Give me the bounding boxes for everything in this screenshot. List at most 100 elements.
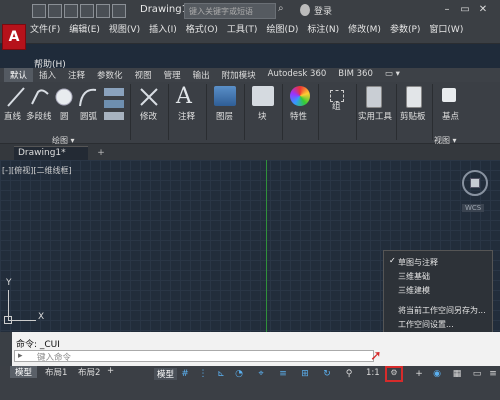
menu-file[interactable]: 文件(F)	[30, 22, 60, 36]
polar-icon[interactable]: ◔	[232, 368, 246, 380]
gradient-icon[interactable]	[104, 112, 124, 120]
menu-window[interactable]: 窗口(W)	[429, 22, 463, 36]
tab-view[interactable]: 视图	[129, 68, 158, 82]
search-input[interactable]: 键入关键字或短语	[184, 3, 276, 19]
panel-divider	[130, 84, 131, 140]
line-label[interactable]: 直线	[4, 110, 21, 122]
tab-manage[interactable]: 管理	[158, 68, 187, 82]
menu-parameter[interactable]: 参数(P)	[390, 22, 420, 36]
clean-screen-icon[interactable]: ▭	[470, 368, 484, 380]
plot-icon[interactable]	[96, 4, 110, 18]
groups-label[interactable]: 组	[332, 100, 341, 112]
properties-color-wheel-icon[interactable]	[290, 86, 310, 106]
layers-icon[interactable]	[214, 86, 236, 106]
login-link[interactable]: 登录	[314, 4, 332, 17]
circle-label[interactable]: 圆	[60, 110, 69, 122]
command-input[interactable]: 键入命令	[14, 350, 374, 363]
clipboard-label[interactable]: 剪贴板	[400, 110, 426, 122]
calculator-icon[interactable]	[366, 86, 382, 108]
hatch-icon[interactable]	[104, 100, 124, 108]
polyline-icon[interactable]	[30, 86, 50, 108]
workspace-switch-gear-icon[interactable]: ⚙	[385, 366, 403, 382]
save-icon[interactable]	[64, 4, 78, 18]
tab-addins[interactable]: 附加模块	[216, 68, 262, 82]
maximize-button[interactable]: ▭	[458, 4, 472, 16]
annotate-label[interactable]: 注释	[178, 110, 195, 122]
snap-icon[interactable]: ⋮	[196, 368, 210, 380]
customize-icon[interactable]: ≡	[486, 368, 500, 380]
save-workspace-as[interactable]: 将当前工作空间另存为...	[398, 305, 486, 316]
close-button[interactable]: ✕	[476, 4, 490, 16]
basepoint-label[interactable]: 基点	[442, 110, 459, 122]
search-icon[interactable]: ⌕	[278, 3, 292, 17]
tab-output[interactable]: 输出	[187, 68, 216, 82]
arc-icon[interactable]	[78, 86, 98, 108]
properties-label[interactable]: 特性	[290, 110, 307, 122]
layers-label[interactable]: 图层	[216, 110, 233, 122]
annotation-visibility-icon[interactable]: ⚲	[342, 368, 356, 380]
menu-tools[interactable]: 工具(T)	[227, 22, 258, 36]
utilities-label[interactable]: 实用工具	[358, 110, 392, 122]
tab-model-layout[interactable]: 模型	[10, 366, 38, 378]
viewcube-icon[interactable]	[470, 178, 480, 188]
open-file-icon[interactable]	[48, 4, 62, 18]
menu-format[interactable]: 格式(O)	[186, 22, 218, 36]
circle-icon[interactable]	[54, 86, 74, 108]
osnap-icon[interactable]: ⌖	[254, 368, 268, 380]
text-annotation-icon[interactable]: A	[176, 84, 192, 109]
tab-default[interactable]: 默认	[4, 68, 34, 82]
transparency-icon[interactable]: ⊞	[298, 368, 312, 380]
clipboard-icon[interactable]	[406, 86, 422, 108]
new-file-icon[interactable]	[32, 4, 46, 18]
menu-insert[interactable]: 插入(I)	[149, 22, 177, 36]
menu-view[interactable]: 视图(V)	[109, 22, 140, 36]
menu-draw[interactable]: 绘图(D)	[266, 22, 298, 36]
grid-icon[interactable]: #	[178, 368, 192, 380]
rectangle-icon[interactable]	[104, 88, 124, 96]
ortho-icon[interactable]: ⊾	[214, 368, 228, 380]
plus-icon[interactable]: +	[412, 368, 426, 380]
tab-layout1[interactable]: 布局1	[40, 366, 72, 378]
polyline-label[interactable]: 多段线	[26, 110, 52, 122]
isolate-icon[interactable]: ◉	[430, 368, 444, 380]
menu-dimension[interactable]: 标注(N)	[307, 22, 339, 36]
panel-divider	[206, 84, 207, 140]
annotation-scale[interactable]: 1:1	[366, 368, 380, 378]
tab-drawing1[interactable]: Drawing1*	[14, 146, 88, 160]
minimize-button[interactable]: –	[440, 4, 454, 16]
menu-edit[interactable]: 编辑(E)	[69, 22, 100, 36]
undo-icon[interactable]	[112, 4, 126, 18]
workspace-settings[interactable]: 工作空间设置...	[398, 319, 454, 330]
menu-modify[interactable]: 修改(M)	[348, 22, 381, 36]
workspace-3d-basics[interactable]: 三维基础	[398, 271, 430, 282]
tab-parametric[interactable]: 参数化	[91, 68, 129, 82]
model-space-button[interactable]: 模型	[154, 368, 178, 380]
workspace-drafting-annotation[interactable]: 草图与注释	[398, 257, 438, 268]
tab-bim-360[interactable]: BIM 360	[332, 68, 379, 82]
save-as-icon[interactable]	[80, 4, 94, 18]
tab-more[interactable]: ▭ ▾	[379, 68, 406, 82]
lineweight-icon[interactable]: ≡	[276, 368, 290, 380]
modify-icon[interactable]	[138, 86, 160, 108]
application-menu-button[interactable]: A	[2, 24, 26, 50]
viewport-controls-label[interactable]: [-][俯视][二维线框]	[2, 165, 72, 176]
hardware-accel-icon[interactable]: ▦	[450, 368, 464, 380]
tab-annotate[interactable]: 注释	[62, 68, 91, 82]
new-tab-button[interactable]: +	[96, 148, 106, 158]
block-icon[interactable]	[252, 86, 274, 106]
block-label[interactable]: 块	[258, 110, 267, 122]
command-line-grip[interactable]	[0, 332, 12, 366]
modify-label[interactable]: 修改	[140, 110, 157, 122]
menu-bar: 文件(F) 编辑(E) 视图(V) 插入(I) 格式(O) 工具(T) 绘图(D…	[30, 22, 463, 36]
line-icon[interactable]	[6, 86, 26, 108]
wcs-menu[interactable]: WCS	[462, 204, 485, 212]
selection-cycle-icon[interactable]: ↻	[320, 368, 334, 380]
arc-label[interactable]: 圆弧	[80, 110, 97, 122]
tab-insert[interactable]: 插入	[33, 68, 62, 82]
tab-layout2[interactable]: 布局2	[73, 366, 105, 378]
tab-autodesk-360[interactable]: Autodesk 360	[262, 68, 333, 82]
add-layout-button[interactable]: +	[102, 366, 119, 378]
workspace-3d-modeling[interactable]: 三维建模	[398, 285, 430, 296]
panel-divider	[318, 84, 319, 140]
basepoint-icon[interactable]	[442, 88, 456, 102]
